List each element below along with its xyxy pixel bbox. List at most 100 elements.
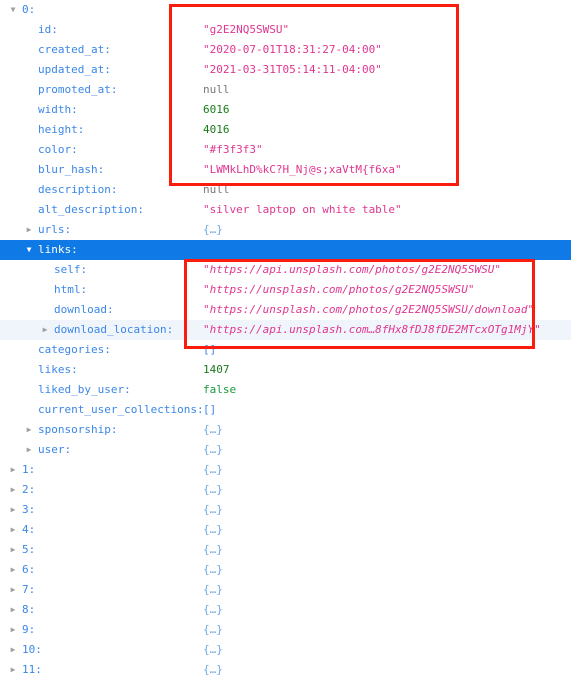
tree-row[interactable]: html: "https://unsplash.com/photos/g2E2NQ… bbox=[0, 280, 571, 300]
chevron-down-icon[interactable]: ▼ bbox=[24, 240, 34, 260]
chevron-right-icon[interactable]: ▶ bbox=[8, 560, 18, 580]
tree-row[interactable]: width: 6016 bbox=[0, 100, 571, 120]
tree-row[interactable]: updated_at: "2021-03-31T05:14:11-04:00" bbox=[0, 60, 571, 80]
tree-row[interactable]: current_user_collections:[] bbox=[0, 400, 571, 420]
tree-row-value: "https://unsplash.com/photos/g2E2NQ5SWSU… bbox=[203, 303, 535, 316]
tree-row-key: 9: bbox=[22, 623, 36, 636]
tree-row-key: liked_by_user: bbox=[38, 383, 131, 396]
chevron-right-icon[interactable]: ▶ bbox=[24, 220, 34, 240]
tree-row-value: {…} bbox=[203, 223, 223, 236]
chevron-right-icon[interactable]: ▶ bbox=[8, 500, 18, 520]
tree-row-value: [] bbox=[203, 343, 217, 356]
chevron-right-icon[interactable]: ▶ bbox=[8, 520, 18, 540]
tree-row-value: {…} bbox=[203, 503, 223, 516]
tree-row[interactable]: ▶ user: {…} bbox=[0, 440, 571, 460]
tree-row-value: {…} bbox=[203, 643, 223, 656]
tree-row[interactable]: created_at: "2020-07-01T18:31:27-04:00" bbox=[0, 40, 571, 60]
tree-row[interactable]: id: "g2E2NQ5SWSU" bbox=[0, 20, 571, 40]
tree-row[interactable]: ▶ 9: {…} bbox=[0, 620, 571, 640]
tree-row-value: "2021-03-31T05:14:11-04:00" bbox=[203, 63, 382, 76]
tree-row-key: html: bbox=[54, 283, 88, 296]
tree-row-key: self: bbox=[54, 263, 88, 276]
tree-row-key: 6: bbox=[22, 563, 36, 576]
tree-row-value: {…} bbox=[203, 563, 223, 576]
tree-row-key: description: bbox=[38, 183, 118, 196]
tree-row[interactable]: promoted_at: null bbox=[0, 80, 571, 100]
chevron-right-icon[interactable]: ▶ bbox=[8, 580, 18, 600]
tree-row[interactable]: ▶ 7: {…} bbox=[0, 580, 571, 600]
tree-row-key: urls: bbox=[38, 223, 72, 236]
chevron-right-icon[interactable]: ▶ bbox=[8, 480, 18, 500]
tree-row[interactable]: ▼ 0: bbox=[0, 0, 571, 20]
tree-row-value: "https://api.unsplash.com…8fHx8fDJ8fDE2M… bbox=[203, 323, 541, 336]
tree-row-value: {…} bbox=[203, 443, 223, 456]
tree-row[interactable]: likes: 1407 bbox=[0, 360, 571, 380]
tree-row-key: height: bbox=[38, 123, 85, 136]
json-tree-viewer[interactable]: ▼ 0: id: "g2E2NQ5SWSU" created_at: "2020-07-0… bbox=[0, 0, 571, 682]
tree-row-value: "https://unsplash.com/photos/g2E2NQ5SWSU… bbox=[203, 283, 475, 296]
chevron-right-icon[interactable]: ▶ bbox=[8, 460, 18, 480]
tree-row-key: 0: bbox=[22, 3, 36, 16]
chevron-right-icon[interactable]: ▶ bbox=[24, 420, 34, 440]
tree-row-value: "LWMkLhD%kC?H_Nj@s;xaVtM{f6xa" bbox=[203, 163, 402, 176]
tree-row[interactable]: ▼ links: bbox=[0, 240, 571, 260]
tree-row-value: null bbox=[203, 183, 230, 196]
tree-row[interactable]: height: 4016 bbox=[0, 120, 571, 140]
tree-row[interactable]: ▶ 3: {…} bbox=[0, 500, 571, 520]
tree-row[interactable]: self: "https://api.unsplash.com/photos/g2… bbox=[0, 260, 571, 280]
tree-row-value: "g2E2NQ5SWSU" bbox=[203, 23, 290, 36]
tree-row-value: {…} bbox=[203, 583, 223, 596]
tree-row-key: width: bbox=[38, 103, 78, 116]
tree-row-key: categories: bbox=[38, 343, 111, 356]
tree-row-value: {…} bbox=[203, 663, 223, 676]
tree-row[interactable]: liked_by_user: false bbox=[0, 380, 571, 400]
tree-row-value: {…} bbox=[203, 423, 223, 436]
tree-row-value: "2020-07-01T18:31:27-04:00" bbox=[203, 43, 382, 56]
tree-row[interactable]: ▶ 4: {…} bbox=[0, 520, 571, 540]
tree-row-key: 2: bbox=[22, 483, 36, 496]
tree-row[interactable]: color: "#f3f3f3" bbox=[0, 140, 571, 160]
tree-row[interactable]: ▶ 6: {…} bbox=[0, 560, 571, 580]
chevron-right-icon[interactable]: ▶ bbox=[8, 660, 18, 680]
tree-row[interactable]: ▶ urls: {…} bbox=[0, 220, 571, 240]
chevron-right-icon[interactable]: ▶ bbox=[8, 620, 18, 640]
tree-row-value: false bbox=[203, 383, 237, 396]
tree-row-value: {…} bbox=[203, 543, 223, 556]
tree-row[interactable]: alt_description: "silver laptop on white … bbox=[0, 200, 571, 220]
tree-row[interactable]: ▶ 5: {…} bbox=[0, 540, 571, 560]
tree-row[interactable]: ▶ 11: {…} bbox=[0, 660, 571, 680]
tree-row[interactable]: download: "https://unsplash.com/photos/g2… bbox=[0, 300, 571, 320]
tree-row-key: blur_hash: bbox=[38, 163, 105, 176]
tree-row[interactable]: ▶ download_location: "https://api.unsplash… bbox=[0, 320, 571, 340]
tree-row-key: download: bbox=[54, 303, 114, 316]
tree-row-key: sponsorship: bbox=[38, 423, 118, 436]
tree-row[interactable]: blur_hash: "LWMkLhD%kC?H_Nj@s;xaVtM{f6xa" bbox=[0, 160, 571, 180]
tree-row-value: 1407 bbox=[203, 363, 230, 376]
tree-row-value: "https://api.unsplash.com/photos/g2E2NQ5… bbox=[203, 263, 502, 276]
tree-row[interactable]: categories: [] bbox=[0, 340, 571, 360]
tree-row[interactable]: ▶ 1: {…} bbox=[0, 460, 571, 480]
tree-row-key: 7: bbox=[22, 583, 36, 596]
tree-row[interactable]: ▶ 2: {…} bbox=[0, 480, 571, 500]
tree-row-value: {…} bbox=[203, 603, 223, 616]
tree-row[interactable]: ▶ 10: {…} bbox=[0, 640, 571, 660]
tree-row[interactable]: ▶ 8: {…} bbox=[0, 600, 571, 620]
tree-row-key: likes: bbox=[38, 363, 78, 376]
tree-row-key: 10: bbox=[22, 643, 42, 656]
tree-row-value: {…} bbox=[203, 523, 223, 536]
tree-row-key: 4: bbox=[22, 523, 36, 536]
tree-row-value: {…} bbox=[203, 483, 223, 496]
chevron-down-icon[interactable]: ▼ bbox=[8, 0, 18, 20]
tree-row-key: 11: bbox=[22, 663, 42, 676]
tree-row-value: "silver laptop on white table" bbox=[203, 203, 402, 216]
chevron-right-icon[interactable]: ▶ bbox=[8, 640, 18, 660]
chevron-right-icon[interactable]: ▶ bbox=[8, 600, 18, 620]
tree-row-key: updated_at: bbox=[38, 63, 111, 76]
chevron-right-icon[interactable]: ▶ bbox=[40, 320, 50, 340]
tree-row-value: 6016 bbox=[203, 103, 230, 116]
chevron-right-icon[interactable]: ▶ bbox=[8, 540, 18, 560]
tree-row[interactable]: ▶ sponsorship: {…} bbox=[0, 420, 571, 440]
chevron-right-icon[interactable]: ▶ bbox=[24, 440, 34, 460]
tree-row-key: id: bbox=[38, 23, 58, 36]
tree-row[interactable]: description: null bbox=[0, 180, 571, 200]
